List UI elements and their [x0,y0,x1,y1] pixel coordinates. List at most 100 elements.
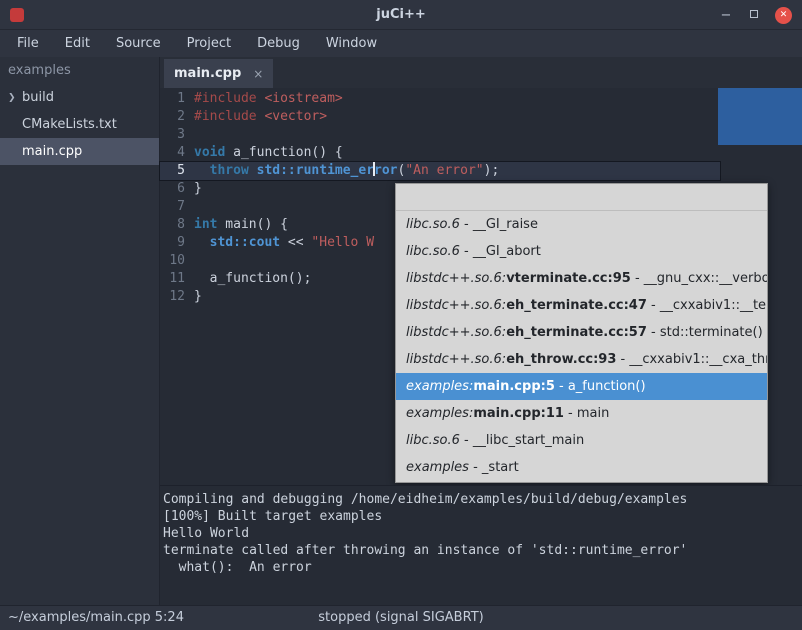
stack-frame-library: libstdc++.so.6: [406,352,506,367]
stack-frame-library: examples: [406,406,473,421]
menu-item-window[interactable]: Window [313,30,390,57]
menu-item-source[interactable]: Source [103,30,174,57]
stack-frame[interactable]: examples - _start [396,454,767,481]
stack-frame-location: main.cpp:5 [473,379,555,394]
code-line-3[interactable]: 3 [160,126,802,144]
tab-close-icon[interactable]: × [253,67,263,81]
stack-frame-symbol: - std::terminate() [647,325,763,340]
maximize-button[interactable] [747,8,761,23]
line-number: 7 [160,198,194,216]
stack-frame[interactable]: examples:main.cpp:11 - main [396,400,767,427]
menu-item-project[interactable]: Project [174,30,244,57]
code-text: throw std::runtime_error("An error"); [194,162,499,180]
menu-bar: FileEditSourceProjectDebugWindow [0,30,802,57]
stack-frame-symbol: - __GI_abort [460,244,541,259]
line-number: 11 [160,270,194,288]
code-line-4[interactable]: 4void a_function() { [160,144,802,162]
code-text: } [194,288,202,306]
stack-frame-symbol: - main [564,406,609,421]
stack-frame-symbol: - __cxxabiv1::__cxa_thro [616,352,767,367]
output-line: what(): An error [163,559,802,576]
stack-frame[interactable]: examples:main.cpp:5 - a_function() [396,373,767,400]
line-number: 12 [160,288,194,306]
output-panel: Compiling and debugging /home/eidheim/ex… [160,485,802,605]
stack-frame-library: libc.so.6 [406,217,460,232]
stack-frame-symbol: - __GI_raise [460,217,538,232]
stack-frame-library: examples: [406,379,473,394]
code-text: } [194,180,202,198]
tab-main.cpp[interactable]: main.cpp × [164,59,273,88]
tree-item-build[interactable]: ❯build [0,84,159,111]
code-text: a_function(); [194,270,311,288]
title-bar: juCi++ − ✕ [0,0,802,30]
stack-frame-symbol: - _start [469,460,519,475]
stack-frame-symbol: - a_function() [555,379,646,394]
maximize-icon [750,10,758,18]
close-button[interactable]: ✕ [775,7,792,24]
app-window: juCi++ − ✕ FileEditSourceProjectDebugWin… [0,0,802,630]
tab-label: main.cpp [174,66,241,81]
code-text: int main() { [194,216,288,234]
stack-frame-library: examples [406,460,469,475]
code-text: std::cout << "Hello W [194,234,374,252]
stack-frame[interactable]: libstdc++.so.6:eh_throw.cc:93 - __cxxabi… [396,346,767,373]
stack-frame[interactable]: libstdc++.so.6:vterminate.cc:95 - __gnu_… [396,265,767,292]
line-number: 1 [160,90,194,108]
chevron-right-icon: ❯ [8,93,22,103]
stack-trace-list: libc.so.6 - __GI_raiselibc.so.6 - __GI_a… [396,211,767,481]
stack-frame[interactable]: libstdc++.so.6:eh_terminate.cc:47 - __cx… [396,292,767,319]
code-text: void a_function() { [194,144,343,162]
code-line-2[interactable]: 2#include <vector> [160,108,802,126]
stack-frame-location: eh_throw.cc:93 [506,352,616,367]
code-line-1[interactable]: 1#include <iostream> [160,90,802,108]
line-number: 8 [160,216,194,234]
stack-trace-popup: libc.so.6 - __GI_raiselibc.so.6 - __GI_a… [395,183,768,483]
stack-frame-library: libstdc++.so.6: [406,325,506,340]
menu-item-file[interactable]: File [4,30,52,57]
tree-item-label: main.cpp [22,144,82,159]
line-number: 10 [160,252,194,270]
tooltip-overlay [718,88,802,145]
window-controls: − ✕ [719,0,792,30]
stack-frame-library: libc.so.6 [406,433,460,448]
project-root-label: examples [0,57,159,84]
stack-frame[interactable]: libstdc++.so.6:eh_terminate.cc:57 - std:… [396,319,767,346]
stack-frame-location: eh_terminate.cc:57 [506,325,647,340]
stack-frame[interactable]: libc.so.6 - __GI_abort [396,238,767,265]
stack-frame-symbol: - __cxxabiv1::__term [647,298,767,313]
stack-frame-symbol: - __libc_start_main [460,433,584,448]
window-title: juCi++ [0,7,802,22]
output-line: [100%] Built target examples [163,508,802,525]
stack-frame[interactable]: libc.so.6 - __GI_raise [396,211,767,238]
tree-item-cmakelists.txt[interactable]: CMakeLists.txt [0,111,159,138]
stack-frame-symbol: - __gnu_cxx::__verbos [631,271,767,286]
tree-item-main.cpp[interactable]: main.cpp [0,138,159,165]
stack-frame-library: libstdc++.so.6: [406,298,506,313]
line-number: 2 [160,108,194,126]
stack-frame[interactable]: libc.so.6 - __libc_start_main [396,427,767,454]
stack-frame-library: libc.so.6 [406,244,460,259]
menu-item-edit[interactable]: Edit [52,30,103,57]
status-file-position: ~/examples/main.cpp 5:24 [8,606,184,630]
stack-frame-library: libstdc++.so.6: [406,271,506,286]
tab-bar: main.cpp × [160,57,802,88]
stack-frame-location: vterminate.cc:95 [506,271,631,286]
stack-frame-location: main.cpp:11 [473,406,564,421]
popup-empty-row [396,184,767,211]
sidebar: examples ❯build CMakeLists.txt main.cpp [0,57,160,605]
menu-item-debug[interactable]: Debug [244,30,313,57]
line-number: 3 [160,126,194,144]
code-text: #include <iostream> [194,90,343,108]
line-number: 6 [160,180,194,198]
tree-item-label: build [22,90,54,105]
stack-frame-location: eh_terminate.cc:47 [506,298,647,313]
output-line: terminate called after throwing an insta… [163,542,802,559]
output-line: Hello World [163,525,802,542]
tree-item-label: CMakeLists.txt [22,117,117,132]
app-icon [10,8,24,22]
minimize-button[interactable]: − [719,8,733,23]
code-text: #include <vector> [194,108,327,126]
code-line-5[interactable]: 5 throw std::runtime_error("An error"); [160,162,720,180]
line-number: 9 [160,234,194,252]
line-number: 5 [160,162,194,180]
